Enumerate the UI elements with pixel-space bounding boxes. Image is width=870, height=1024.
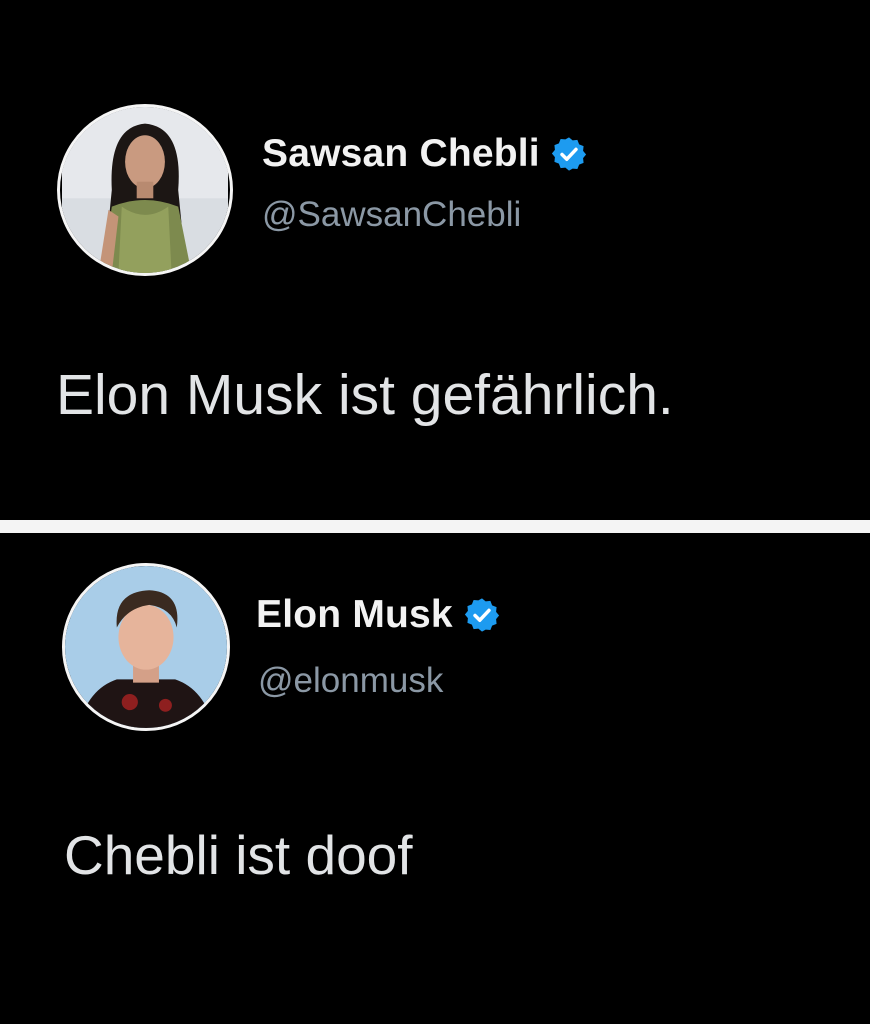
display-name[interactable]: Elon Musk <box>256 593 453 637</box>
profile-photo-icon <box>62 107 228 273</box>
author-handle[interactable]: @elonmusk <box>258 661 443 701</box>
tweet-text: Chebli ist doof <box>64 824 413 886</box>
tweet-text: Elon Musk ist gefährlich. <box>56 363 674 427</box>
avatar[interactable] <box>57 104 233 276</box>
tweet-card: Elon Musk @elonmusk Chebli ist doof <box>0 533 870 1024</box>
verified-badge-icon <box>551 137 586 171</box>
author-handle[interactable]: @SawsanChebli <box>262 195 521 235</box>
tweet-card: Sawsan Chebli @SawsanChebli Elon Musk is… <box>0 0 870 520</box>
display-name[interactable]: Sawsan Chebli <box>262 132 540 176</box>
author-name-row: Elon Musk <box>256 593 501 637</box>
profile-photo-icon <box>65 566 227 728</box>
divider <box>0 520 870 533</box>
verified-badge-icon <box>464 598 499 632</box>
avatar[interactable] <box>62 563 230 731</box>
author-name-row: Sawsan Chebli <box>262 132 588 176</box>
